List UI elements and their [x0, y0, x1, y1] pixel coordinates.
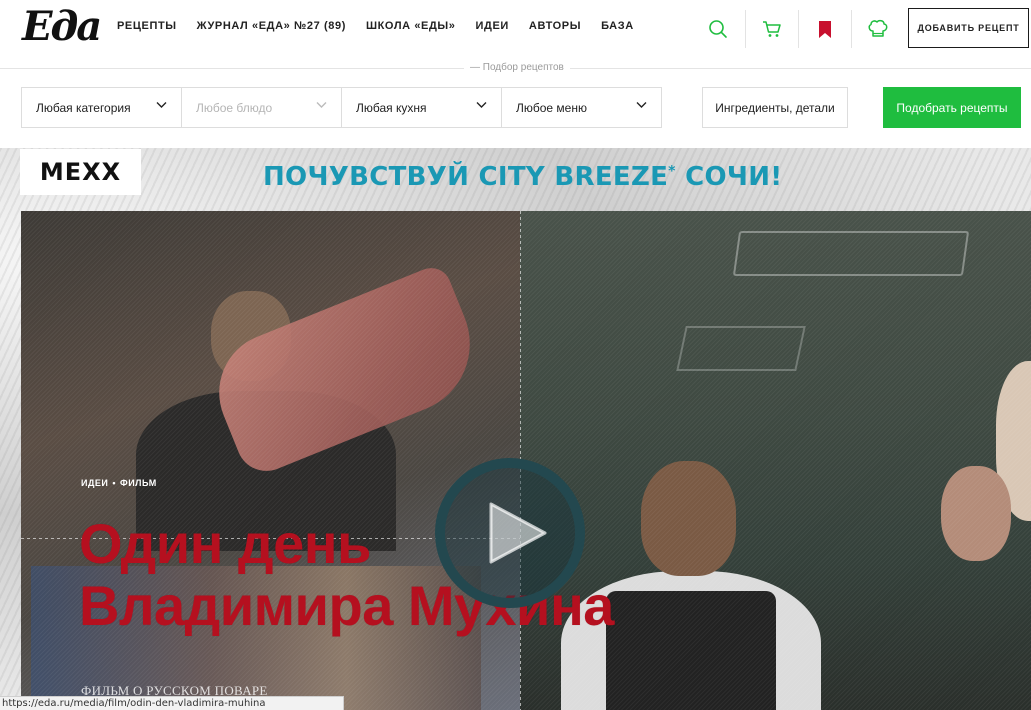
menu-select-value: Любое меню [516, 100, 587, 115]
promo-tail: СОЧИ! [675, 162, 783, 192]
ad-banner[interactable]: MEXX ПОЧУВСТВУЙ CITY BREEZE* СОЧИ! ИДЕИ •… [0, 148, 1031, 710]
menu-select[interactable]: Любое меню [501, 87, 662, 128]
chevron-down-icon [316, 102, 327, 108]
nav-item-ideas[interactable]: ИДЕИ [476, 20, 509, 32]
add-recipe-button[interactable]: ДОБАВИТЬ РЕЦЕПТ [908, 8, 1029, 48]
cart-button[interactable] [746, 10, 798, 48]
brand-logo[interactable]: MEXX [20, 149, 141, 195]
tag-separator: • [112, 478, 117, 488]
play-button[interactable] [435, 458, 585, 608]
promo-main: ПОЧУВСТВУЙ CITY BREEZE [263, 162, 669, 192]
chef-hat-icon [868, 19, 888, 37]
search-icon [709, 20, 727, 38]
play-icon [489, 502, 547, 564]
category-select-value: Любая категория [36, 100, 131, 115]
ingredients-details-button[interactable]: Ингредиенты, детали [702, 87, 848, 128]
site-header: Еда РЕЦЕПТЫ ЖУРНАЛ «ЕДА» №27 (89) ШКОЛА … [0, 0, 1031, 56]
promo-text[interactable]: ПОЧУВСТВУЙ CITY BREEZE* СОЧИ! [263, 162, 782, 192]
nav-item-magazine[interactable]: ЖУРНАЛ «ЕДА» №27 (89) [197, 20, 346, 32]
search-button[interactable] [692, 10, 744, 48]
nav-item-base[interactable]: БАЗА [601, 20, 634, 32]
feature-video[interactable]: ИДЕИ • ФИЛЬМ Один день Владимира Мухина ФИ… [21, 211, 1031, 710]
bookmark-icon [819, 20, 831, 38]
category-select[interactable]: Любая категория [21, 87, 182, 128]
promo-mark: * [668, 163, 676, 180]
browser-status-url: https://eda.ru/media/film/odin-den-vladi… [0, 696, 344, 710]
filter-caption: — Подбор рецептов [464, 62, 570, 73]
main-nav: РЕЦЕПТЫ ЖУРНАЛ «ЕДА» №27 (89) ШКОЛА «ЕДЫ… [117, 20, 654, 32]
cart-icon [763, 21, 781, 37]
feature-tags: ИДЕИ • ФИЛЬМ [81, 478, 157, 488]
site-logo[interactable]: Еда [22, 4, 102, 50]
nav-item-school[interactable]: ШКОЛА «ЕДЫ» [366, 20, 456, 32]
tag-ideas[interactable]: ИДЕИ [81, 478, 108, 488]
cuisine-select[interactable]: Любая кухня [341, 87, 502, 128]
nav-item-recipes[interactable]: РЕЦЕПТЫ [117, 20, 177, 32]
tag-film[interactable]: ФИЛЬМ [120, 478, 157, 488]
chevron-down-icon [476, 102, 487, 108]
profile-button[interactable] [852, 10, 904, 48]
chevron-down-icon [636, 102, 647, 108]
dish-select[interactable]: Любое блюдо [181, 87, 342, 128]
bookmarks-button[interactable] [799, 10, 851, 48]
dish-select-placeholder: Любое блюдо [196, 100, 273, 115]
nav-item-authors[interactable]: АВТОРЫ [529, 20, 581, 32]
recipe-filter: — Подбор рецептов Любая категория Любое … [0, 56, 1031, 148]
cuisine-select-value: Любая кухня [356, 100, 427, 115]
chevron-down-icon [156, 102, 167, 108]
find-recipes-button[interactable]: Подобрать рецепты [883, 87, 1021, 128]
